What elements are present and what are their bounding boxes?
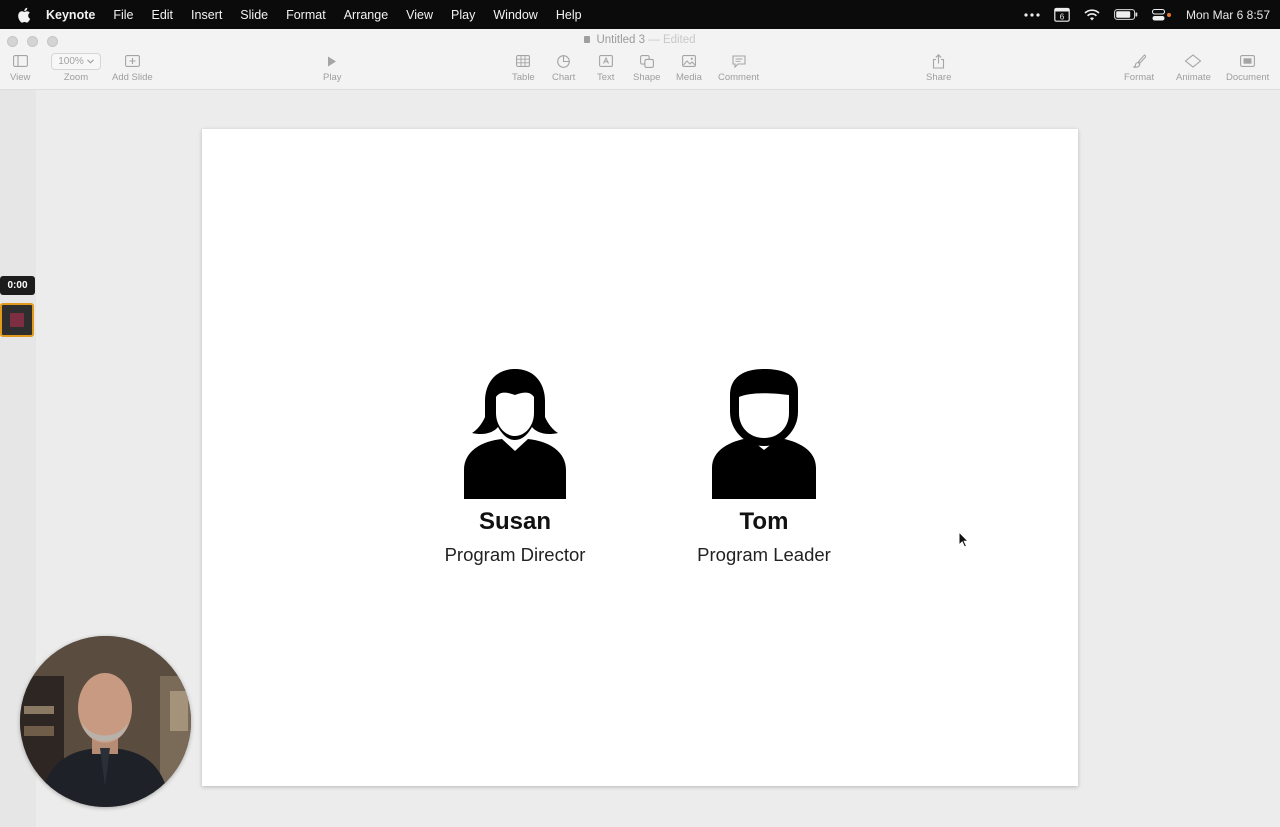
media-button[interactable]: Media	[676, 53, 702, 83]
document-button[interactable]: Document	[1226, 53, 1269, 83]
toolbar: Untitled 3 — Edited View 100% Zoom Add S…	[0, 29, 1280, 90]
mouse-pointer-icon	[958, 530, 970, 553]
menu-insert[interactable]: Insert	[182, 8, 231, 22]
animate-label: Animate	[1176, 72, 1211, 83]
menu-help[interactable]: Help	[547, 8, 591, 22]
share-icon	[932, 53, 945, 69]
comment-label: Comment	[718, 72, 760, 83]
animate-diamond-icon	[1184, 53, 1202, 69]
document-label: Document	[1226, 72, 1270, 83]
calendar-icon[interactable]: 6	[1054, 7, 1070, 22]
zoom-select[interactable]: 100%	[51, 52, 101, 70]
person-card-susan[interactable]: Susan Program Director	[425, 365, 605, 566]
control-center-icon[interactable]	[1151, 8, 1172, 21]
slide-canvas[interactable]: Susan Program Director Tom Program Leade…	[202, 129, 1078, 786]
shape-button[interactable]: Shape	[633, 53, 660, 83]
menu-arrange[interactable]: Arrange	[335, 8, 397, 22]
menu-app-keynote[interactable]: Keynote	[44, 8, 104, 22]
presenter-webcam	[20, 636, 191, 807]
zoom-value: 100%	[58, 55, 84, 67]
document-inspector-icon	[1240, 53, 1256, 69]
apple-menu-icon[interactable]	[14, 7, 34, 23]
share-button[interactable]: Share	[926, 53, 951, 83]
document-title-text: Untitled 3	[596, 34, 646, 46]
woman-avatar-icon[interactable]	[455, 365, 575, 500]
document-title: Untitled 3 — Edited	[0, 34, 1280, 46]
play-button[interactable]: Play	[323, 53, 341, 83]
person-role: Program Leader	[697, 544, 831, 565]
media-label: Media	[676, 72, 702, 83]
recording-timer: 0:00	[0, 276, 35, 295]
paintbrush-icon	[1132, 53, 1146, 69]
menu-bar: Keynote File Edit Insert Slide Format Ar…	[0, 0, 1280, 29]
slide-thumbnail-1[interactable]	[0, 303, 34, 337]
chart-button[interactable]: Chart	[552, 53, 575, 83]
chevron-down-icon	[86, 58, 94, 64]
man-avatar-icon[interactable]	[704, 365, 824, 500]
chart-label: Chart	[552, 72, 576, 83]
document-lock-icon	[584, 36, 591, 43]
view-label: View	[10, 72, 31, 83]
menu-window[interactable]: Window	[484, 8, 546, 22]
animate-button[interactable]: Animate	[1176, 53, 1211, 83]
shape-label: Shape	[633, 72, 661, 83]
add-slide-button[interactable]: Add Slide	[112, 53, 153, 83]
menu-slide[interactable]: Slide	[231, 8, 277, 22]
play-label: Play	[323, 72, 342, 83]
person-role: Program Director	[444, 544, 586, 565]
menu-edit[interactable]: Edit	[142, 8, 182, 22]
view-button[interactable]: View	[10, 53, 30, 83]
title-separator: —	[648, 34, 660, 46]
table-icon	[516, 53, 531, 69]
person-name: Susan	[478, 508, 552, 535]
zoom-control[interactable]: 100% Zoom	[51, 52, 101, 83]
play-icon	[327, 53, 337, 69]
menu-view[interactable]: View	[397, 8, 442, 22]
wifi-icon[interactable]	[1084, 8, 1100, 21]
format-button[interactable]: Format	[1124, 53, 1154, 83]
status-area: 6 Mon Mar 6 8:57	[1024, 0, 1270, 29]
format-label: Format	[1124, 72, 1155, 83]
comment-icon	[732, 53, 746, 69]
add-slide-icon	[124, 53, 140, 69]
table-button[interactable]: Table	[512, 53, 535, 83]
calendar-day-number: 6	[1060, 13, 1065, 22]
edited-status: Edited	[662, 34, 696, 46]
battery-icon[interactable]	[1114, 9, 1138, 20]
menu-play[interactable]: Play	[442, 8, 484, 22]
zoom-label: Zoom	[63, 72, 89, 83]
text-label: Text	[597, 72, 615, 83]
more-icon[interactable]	[1024, 12, 1040, 17]
photo-icon	[681, 53, 696, 69]
person-name: Tom	[739, 508, 789, 535]
text-box-icon	[598, 53, 613, 69]
table-label: Table	[512, 72, 535, 83]
text-button[interactable]: Text	[597, 53, 614, 83]
comment-button[interactable]: Comment	[718, 53, 759, 83]
menu-file[interactable]: File	[104, 8, 142, 22]
menu-clock[interactable]: Mon Mar 6 8:57	[1186, 8, 1270, 22]
shape-icon	[639, 53, 654, 69]
chart-icon	[557, 53, 570, 69]
sidebar-view-icon	[12, 53, 28, 69]
person-card-tom[interactable]: Tom Program Leader	[674, 365, 854, 566]
add-slide-label: Add Slide	[112, 72, 153, 83]
share-label: Share	[926, 72, 952, 83]
slide-thumbnail-preview	[10, 313, 24, 327]
menu-format[interactable]: Format	[277, 8, 335, 22]
